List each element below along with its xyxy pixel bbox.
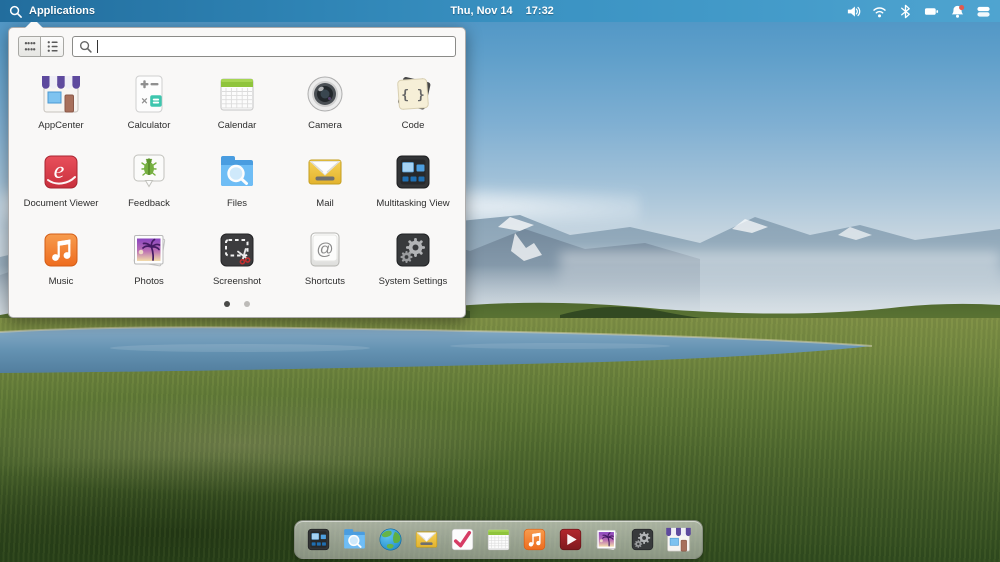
camera-icon bbox=[301, 70, 349, 118]
app-label: Feedback bbox=[128, 198, 170, 209]
app-label: Camera bbox=[308, 120, 342, 131]
dock-music[interactable] bbox=[519, 524, 550, 555]
calendar-icon bbox=[213, 70, 261, 118]
dock-photos[interactable] bbox=[591, 524, 622, 555]
bluetooth-icon[interactable] bbox=[897, 3, 913, 19]
app-music[interactable]: Music bbox=[17, 223, 105, 301]
search-input[interactable] bbox=[72, 36, 456, 57]
app-label: Document Viewer bbox=[23, 198, 99, 209]
text-cursor bbox=[97, 40, 98, 53]
notifications-icon[interactable] bbox=[949, 3, 965, 19]
app-screenshot[interactable]: Screenshot bbox=[193, 223, 281, 301]
dock-multitasking-view[interactable] bbox=[303, 524, 334, 555]
app-camera[interactable]: Camera bbox=[281, 67, 369, 145]
wallpaper-water bbox=[0, 326, 873, 373]
app-label: Mail bbox=[316, 198, 334, 209]
desktop: Applications Thu, Nov 14 17:32 AppCenter… bbox=[0, 0, 1000, 562]
multitasking-icon bbox=[389, 148, 437, 196]
app-photos[interactable]: Photos bbox=[105, 223, 193, 301]
app-files[interactable]: Files bbox=[193, 145, 281, 223]
page-dot-1[interactable] bbox=[224, 301, 230, 307]
dock-videos[interactable] bbox=[555, 524, 586, 555]
document-viewer-icon: e bbox=[37, 148, 85, 196]
search-icon bbox=[9, 5, 22, 18]
app-label: Screenshot bbox=[212, 276, 262, 287]
volume-icon[interactable] bbox=[845, 3, 861, 19]
grid-view-button[interactable] bbox=[18, 36, 41, 57]
category-view-button[interactable] bbox=[41, 36, 64, 57]
view-toggle-group bbox=[18, 36, 64, 57]
wifi-icon[interactable] bbox=[871, 3, 887, 19]
app-mail[interactable]: Mail bbox=[281, 145, 369, 223]
app-label: Photos bbox=[134, 276, 164, 287]
app-label: Music bbox=[48, 276, 74, 287]
app-menu-label: Applications bbox=[29, 5, 96, 17]
appcenter-icon bbox=[37, 70, 85, 118]
app-feedback[interactable]: Feedback bbox=[105, 145, 193, 223]
app-calendar[interactable]: Calendar bbox=[193, 67, 281, 145]
photos-icon bbox=[125, 226, 173, 274]
app-menu[interactable]: Applications bbox=[9, 5, 95, 18]
app-label: Multitasking View bbox=[376, 198, 450, 209]
files-icon bbox=[213, 148, 261, 196]
app-grid: AppCenter × Calculator Calendar Camera {… bbox=[9, 61, 465, 301]
svg-text:{ }: { } bbox=[401, 88, 424, 103]
app-appcenter[interactable]: AppCenter bbox=[17, 67, 105, 145]
app-shortcuts[interactable]: @ Shortcuts bbox=[281, 223, 369, 301]
dock-web[interactable] bbox=[375, 524, 406, 555]
dock-appcenter[interactable] bbox=[663, 524, 694, 555]
panel-date: Thu, Nov 14 bbox=[450, 5, 513, 17]
app-label: Code bbox=[401, 120, 425, 131]
dock-system-settings[interactable] bbox=[627, 524, 658, 555]
app-label: AppCenter bbox=[38, 120, 84, 131]
dock-calendar[interactable] bbox=[483, 524, 514, 555]
dock-files[interactable] bbox=[339, 524, 370, 555]
shortcuts-icon: @ bbox=[301, 226, 349, 274]
dock bbox=[294, 520, 703, 559]
music-icon bbox=[37, 226, 85, 274]
calculator-icon: × bbox=[125, 70, 173, 118]
svg-text:@: @ bbox=[316, 240, 333, 259]
search-icon bbox=[79, 40, 92, 53]
page-dot-2[interactable] bbox=[244, 301, 250, 307]
app-document-viewer[interactable]: e Document Viewer bbox=[17, 145, 105, 223]
app-code[interactable]: { } Code bbox=[369, 67, 457, 145]
indicator-area bbox=[845, 3, 991, 19]
app-calculator[interactable]: × Calculator bbox=[105, 67, 193, 145]
page-dots bbox=[9, 301, 465, 307]
battery-icon[interactable] bbox=[923, 3, 939, 19]
app-label: Calendar bbox=[217, 120, 257, 131]
applications-launcher: AppCenter × Calculator Calendar Camera {… bbox=[8, 19, 466, 318]
app-label: Calculator bbox=[127, 120, 171, 131]
mail-icon bbox=[301, 148, 349, 196]
app-label: Shortcuts bbox=[304, 276, 346, 287]
code-icon: { } bbox=[389, 70, 437, 118]
dock-mail[interactable] bbox=[411, 524, 442, 555]
app-label: Files bbox=[226, 198, 248, 209]
svg-text:e: e bbox=[54, 158, 65, 184]
settings-icon bbox=[389, 226, 437, 274]
dock-tasks[interactable] bbox=[447, 524, 478, 555]
app-multitasking-view[interactable]: Multitasking View bbox=[369, 145, 457, 223]
app-label: System Settings bbox=[378, 276, 448, 287]
session-icon[interactable] bbox=[975, 3, 991, 19]
feedback-icon bbox=[125, 148, 173, 196]
screenshot-icon bbox=[213, 226, 261, 274]
panel-time: 17:32 bbox=[525, 5, 554, 17]
launcher-header bbox=[9, 28, 465, 61]
svg-text:×: × bbox=[141, 96, 147, 108]
datetime[interactable]: Thu, Nov 14 17:32 bbox=[450, 0, 553, 22]
top-panel: Applications Thu, Nov 14 17:32 bbox=[0, 0, 1000, 22]
app-system-settings[interactable]: System Settings bbox=[369, 223, 457, 301]
